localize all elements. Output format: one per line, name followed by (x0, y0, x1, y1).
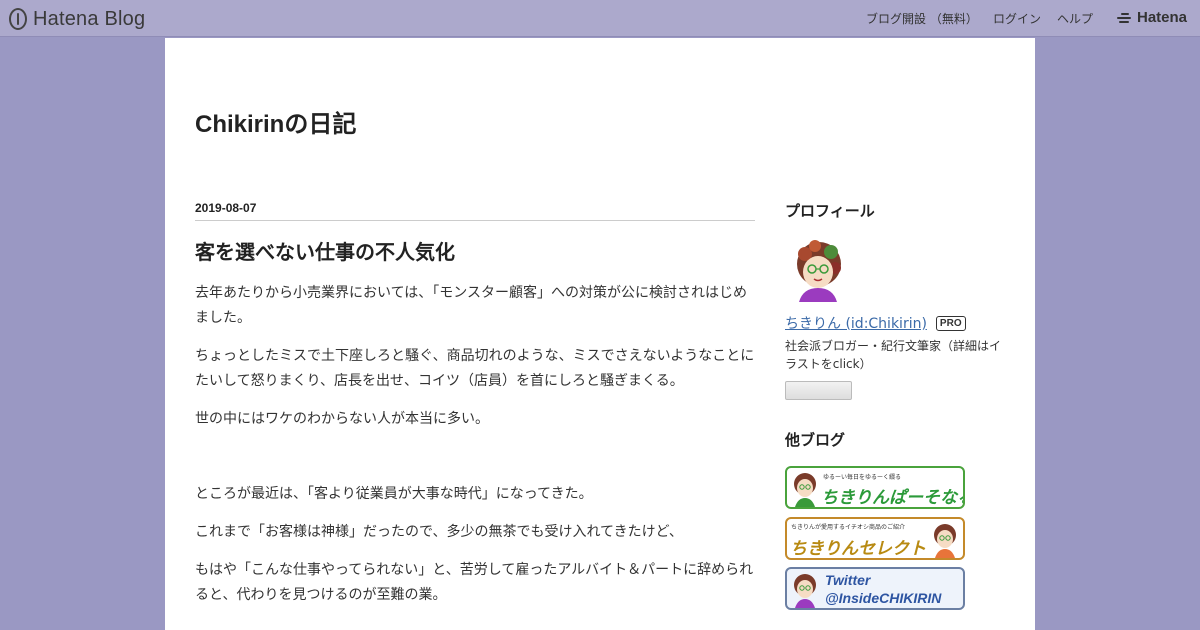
entry-title[interactable]: 客を選べない仕事の不人気化 (195, 236, 455, 265)
avatar-illustration (797, 240, 841, 302)
entry-paragraph: 去年あたりから小売業界においては、「モンスター顧客」への対策が公に検討されはじめ… (195, 285, 748, 326)
entry-paragraph: もはや「こんな仕事やってられない」と、苦労して雇ったアルバイト＆パートに辞められ… (195, 562, 754, 603)
profile-avatar[interactable] (785, 236, 851, 302)
entry-body: 去年あたりから小売業界においては、「モンスター顧客」への対策が公に検討されはじめ… (195, 281, 755, 621)
top-bar: Hatena Blog ブログ開設 （無料） ログイン ヘルプ Hatena (0, 0, 1200, 37)
pro-badge[interactable]: PRO (935, 315, 966, 331)
banner-subtitle: ゆるーい毎日をゆるーく綴る (823, 474, 902, 481)
banner-chikirin-personal[interactable]: ゆるーい毎日をゆるーく綴る ちきりんぱーそなる (785, 466, 965, 509)
date-divider (195, 220, 755, 221)
banner-face-icon (794, 473, 816, 507)
banner-face-icon (934, 524, 956, 558)
blog-title[interactable]: Chikirinの日記 (195, 104, 356, 139)
open-blog-link[interactable]: ブログ開設 （無料） (866, 10, 978, 27)
banner-title: ちきりんセレクト (790, 539, 926, 558)
entry-paragraph: 世の中にはワケのわからない人が本当に多い。 (195, 411, 489, 427)
banner-twitter-line1: Twitter (825, 572, 871, 588)
banner-subtitle: ちきりんが愛用するイチオシ商品のご紹介 (791, 524, 906, 531)
profile-heading: プロフィール (785, 202, 875, 220)
entry-paragraph: ところが最近は、「客より従業員が大事な時代」になってきた。 (195, 486, 593, 502)
entry-paragraph: これまで「お客様は神様」だったので、多少の無茶でも受け入れてきたけど、 (195, 524, 683, 540)
banner-chikirin-select[interactable]: ちきりんが愛用するイチオシ商品のご紹介 ちきりんセレクト (785, 517, 965, 560)
banner-twitter-text: Twitter @InsideCHIKIRIN (825, 571, 941, 607)
hatena-brand-text: Hatena (1137, 9, 1188, 26)
login-link[interactable]: ログイン (993, 10, 1041, 27)
banner-face-icon (794, 574, 816, 608)
follow-button[interactable] (785, 381, 852, 400)
hatena-blog-logo-icon (9, 8, 27, 30)
hatena-blog-logo[interactable]: Hatena Blog (9, 7, 145, 31)
entry-date[interactable]: 2019-08-07 (195, 201, 256, 215)
banner-title: ちきりんぱーそなる (821, 488, 965, 507)
banner-twitter-line2: @InsideCHIKIRIN (825, 590, 942, 606)
help-link[interactable]: ヘルプ (1057, 10, 1093, 27)
profile-name-link[interactable]: ちきりん (id:Chikirin) (785, 313, 927, 333)
hatena-menu-icon (1117, 12, 1133, 24)
blog-container: Chikirinの日記 2019-08-07 客を選べない仕事の不人気化 去年あ… (165, 38, 1035, 630)
profile-link-row: ちきりん (id:Chikirin) PRO (785, 313, 966, 333)
profile-description: 社会派ブロガー・紀行文筆家（詳細はイラストをclick） (785, 339, 1002, 371)
banner-twitter[interactable]: Twitter @InsideCHIKIRIN (785, 567, 965, 610)
other-blogs-heading: 他ブログ (785, 431, 846, 449)
hatena-brand-link[interactable]: Hatena (1117, 9, 1187, 26)
logo-text: Hatena Blog (33, 7, 146, 30)
entry-paragraph: ちょっとしたミスで土下座しろと騒ぐ、商品切れのような、ミスでさえないようなことに… (195, 348, 755, 389)
